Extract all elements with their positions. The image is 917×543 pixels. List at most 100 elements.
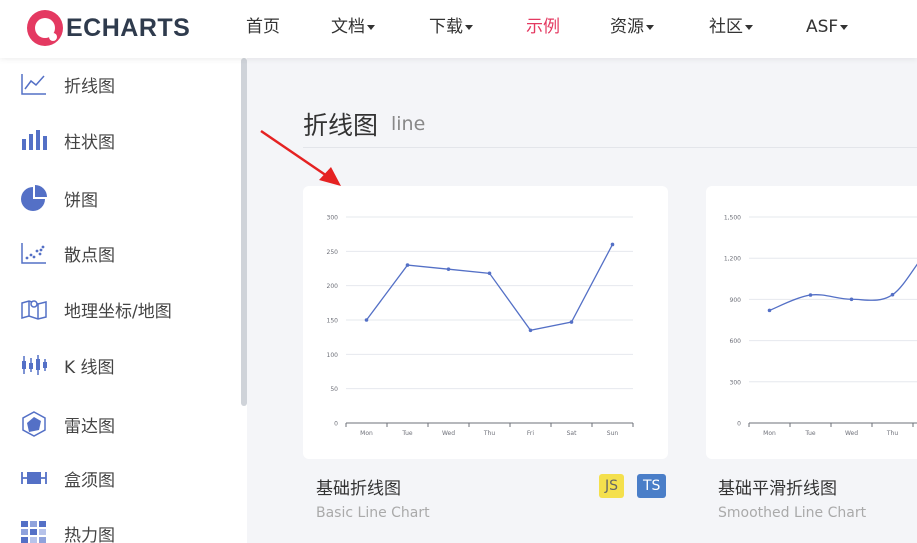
candlestick-icon <box>20 351 48 379</box>
data-point <box>890 292 895 297</box>
radar-icon <box>20 410 48 438</box>
sidebar-item-scatter[interactable]: 散点图 <box>20 238 115 268</box>
y-tick-label: 300 <box>327 215 339 222</box>
echarts-logo-icon <box>27 10 63 46</box>
sidebar-item-label: 折线图 <box>64 76 115 97</box>
card-subtitle: Basic Line Chart <box>316 505 430 521</box>
x-tick-label: Tue <box>804 430 816 437</box>
line-chart-icon <box>20 70 48 98</box>
boxplot-icon <box>20 464 48 492</box>
sidebar-item-label: K 线图 <box>64 357 115 378</box>
series-line <box>365 244 614 332</box>
data-point <box>849 297 854 302</box>
nav-download-label: 下载 <box>429 17 463 37</box>
y-tick-label: 200 <box>327 283 339 290</box>
y-tick-label: 100 <box>327 352 339 359</box>
top-navbar: ECHARTS 首页 文档 下载 示例 资源 社区 ASF <box>0 0 917 58</box>
nav-home[interactable]: 首页 <box>246 15 280 39</box>
chart-preview-basic-line: 0 50 100 150 200 250 300 Mon Tue Wed Thu Fri Sat Sun <box>327 215 634 437</box>
nav-home-label: 首页 <box>246 17 280 37</box>
ts-badge[interactable]: TS <box>637 474 667 498</box>
sidebar: 折线图 柱状图 饼图 散点图 地理坐标/地图 K 线图 雷达图 盒须图 热力图 <box>0 58 247 543</box>
nav-asf[interactable]: ASF <box>806 15 849 39</box>
sidebar-item-map[interactable]: 地理坐标/地图 <box>20 294 172 324</box>
nav-community-label: 社区 <box>709 17 743 37</box>
x-tick-label: Wed <box>845 430 858 437</box>
sidebar-item-label: 热力图 <box>64 525 115 543</box>
data-point <box>569 320 574 324</box>
y-tick-label: 1,500 <box>724 215 741 222</box>
example-card-basic-line[interactable]: 0 50 100 150 200 250 300 Mon Tue Wed Thu Fri Sat Sun <box>303 186 668 459</box>
nav-download[interactable]: 下载 <box>429 15 473 39</box>
x-tick-label: Thu <box>483 430 495 437</box>
sidebar-item-line[interactable]: 折线图 <box>20 69 115 99</box>
chevron-down-icon <box>745 24 753 30</box>
card-title[interactable]: 基础平滑折线图 <box>718 474 837 499</box>
nav-community[interactable]: 社区 <box>709 15 753 39</box>
data-point <box>808 293 813 297</box>
x-tick-label: Mon <box>763 430 776 437</box>
sidebar-item-heatmap[interactable]: 热力图 <box>20 518 115 543</box>
nav-resources-label: 资源 <box>610 17 644 37</box>
nav-docs-label: 文档 <box>331 17 365 37</box>
sidebar-item-pie[interactable]: 饼图 <box>20 183 98 213</box>
data-point <box>487 271 492 276</box>
sidebar-item-candlestick[interactable]: K 线图 <box>20 350 115 380</box>
y-tick-label: 300 <box>730 379 742 386</box>
js-badge[interactable]: JS <box>599 474 625 498</box>
card-title[interactable]: 基础折线图 <box>316 474 401 499</box>
scatter-chart-icon <box>20 239 48 267</box>
pie-chart-icon <box>20 184 48 212</box>
chevron-down-icon <box>840 24 849 30</box>
y-tick-label: 50 <box>330 386 338 393</box>
annotation-arrow-icon <box>260 129 341 186</box>
echarts-logo[interactable]: ECHARTS <box>26 8 190 48</box>
sidebar-item-bar[interactable]: 柱状图 <box>20 125 115 155</box>
sidebar-item-label: 雷达图 <box>64 416 115 437</box>
chevron-down-icon <box>367 24 375 30</box>
y-tick-label: 900 <box>730 297 742 304</box>
data-point <box>528 328 533 333</box>
card-subtitle: Smoothed Line Chart <box>718 505 867 521</box>
page-subtitle: line <box>391 113 426 135</box>
heatmap-icon <box>20 519 48 543</box>
sidebar-scrollbar[interactable] <box>241 58 247 406</box>
nav-asf-label: ASF <box>806 17 839 37</box>
nav-examples[interactable]: 示例 <box>526 15 560 39</box>
sidebar-item-radar[interactable]: 雷达图 <box>20 409 115 439</box>
y-tick-label: 0 <box>334 421 338 428</box>
example-card-smoothed-line[interactable]: 03006009001,2001,500MonTueWedThuFriSatSu… <box>706 186 917 459</box>
logo-text: ECHARTS <box>66 13 191 42</box>
nav-docs[interactable]: 文档 <box>331 15 375 39</box>
x-tick-label: Fri <box>527 430 534 437</box>
sidebar-item-boxplot[interactable]: 盒须图 <box>20 463 115 493</box>
map-icon <box>20 295 48 323</box>
data-point <box>610 242 615 247</box>
y-tick-label: 0 <box>737 421 741 428</box>
x-tick-label: Mon <box>360 430 373 437</box>
data-point <box>364 318 369 322</box>
chevron-down-icon <box>646 24 654 30</box>
x-tick-label: Thu <box>886 430 898 437</box>
nav-resources[interactable]: 资源 <box>610 15 654 39</box>
y-tick-label: 600 <box>730 338 742 345</box>
data-point <box>446 267 451 271</box>
y-tick-label: 150 <box>327 318 339 325</box>
data-point <box>405 263 410 267</box>
bar-chart-icon <box>20 126 48 154</box>
x-tick-label: Tue <box>401 430 413 437</box>
x-tick-label: Sun <box>607 430 619 437</box>
y-tick-label: 1,200 <box>724 256 741 263</box>
data-point <box>767 308 772 313</box>
title-divider <box>303 147 917 148</box>
sidebar-item-label: 饼图 <box>64 190 98 211</box>
sidebar-item-label: 盒须图 <box>64 470 115 491</box>
sidebar-item-label: 散点图 <box>64 245 115 266</box>
sidebar-item-label: 地理坐标/地图 <box>64 301 172 322</box>
x-tick-label: Sat <box>567 430 577 437</box>
x-tick-label: Wed <box>442 430 455 437</box>
sidebar-item-label: 柱状图 <box>64 132 115 153</box>
nav-examples-label: 示例 <box>526 17 560 37</box>
chevron-down-icon <box>465 24 473 30</box>
y-tick-label: 250 <box>327 249 339 256</box>
